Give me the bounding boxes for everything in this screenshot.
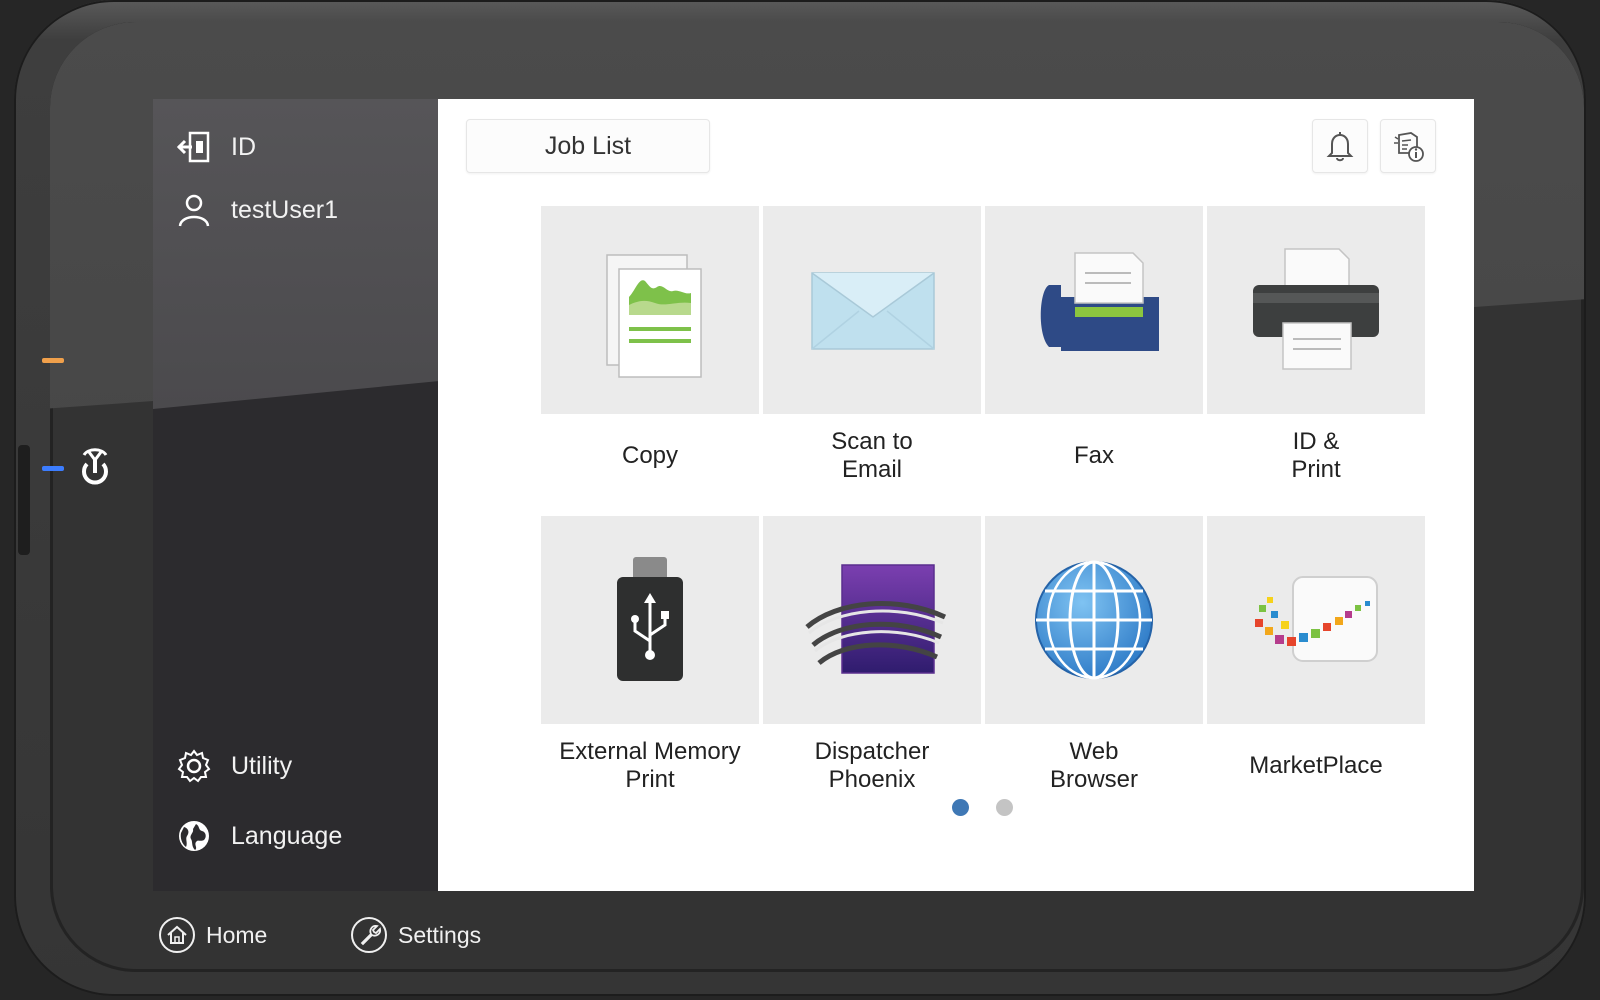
- sidebar-item-id[interactable]: ID: [175, 125, 256, 169]
- sidebar-item-language[interactable]: Language: [175, 814, 342, 858]
- usb-icon: [617, 557, 683, 681]
- home-label: Home: [206, 921, 268, 948]
- app-tile-web-browser[interactable]: Web Browser: [985, 516, 1203, 804]
- sidebar-item-label: Utility: [231, 751, 293, 780]
- power-icon[interactable]: [76, 446, 114, 488]
- app-tile-label: Copy: [621, 442, 679, 469]
- app-tile-label: Scan to Email: [831, 428, 913, 483]
- touch-screen: ID testUser1 Utility Language Job List C…: [153, 99, 1474, 891]
- home-icon: [159, 917, 195, 953]
- globe-icon: [1035, 560, 1153, 680]
- app-tile-fax[interactable]: Fax: [985, 206, 1203, 494]
- globe-icon: [175, 817, 213, 855]
- page-dot-active[interactable]: [952, 799, 969, 816]
- user-icon: [175, 191, 213, 229]
- side-hardware-button[interactable]: [18, 445, 30, 555]
- notification-button[interactable]: [1312, 119, 1368, 173]
- app-tile-label: MarketPlace: [1249, 752, 1383, 779]
- envelope-icon: [811, 272, 935, 350]
- app-tile-label: ID & Print: [1291, 428, 1341, 483]
- sidebar-item-utility[interactable]: Utility: [175, 744, 292, 788]
- gear-icon: [175, 747, 213, 785]
- sidebar: ID testUser1 Utility Language: [153, 99, 438, 891]
- app-tile-copy[interactable]: Copy: [541, 206, 759, 494]
- copy-icon: [606, 254, 702, 378]
- home-button[interactable]: Home: [158, 915, 267, 955]
- app-tile-id-print[interactable]: ID & Print: [1207, 206, 1425, 494]
- main-panel: Job List Copy Scan to Email Fax ID & Pri…: [438, 99, 1474, 891]
- sidebar-item-user[interactable]: testUser1: [175, 188, 338, 232]
- app-tile-marketplace[interactable]: MarketPlace: [1207, 516, 1425, 804]
- sidebar-item-label: testUser1: [231, 195, 338, 224]
- marketplace-icon: [1255, 576, 1378, 662]
- app-tile-label: Web Browser: [1049, 738, 1139, 793]
- device-info-icon: [1394, 132, 1424, 162]
- status-led-blue: [42, 466, 64, 471]
- sidebar-item-label: Language: [231, 821, 343, 850]
- app-tile-label: External Memory Print: [559, 738, 741, 793]
- wrench-icon: [351, 917, 387, 953]
- app-tile-scan-to-email[interactable]: Scan to Email: [763, 206, 981, 494]
- login-icon: [175, 128, 213, 166]
- settings-button[interactable]: Settings: [350, 915, 481, 955]
- app-tile-dispatcher-phoenix[interactable]: Dispatcher Phoenix: [763, 516, 981, 804]
- printer-icon: [1253, 248, 1379, 370]
- app-tile-label: Dispatcher Phoenix: [814, 738, 930, 793]
- job-list-button[interactable]: Job List: [466, 119, 710, 173]
- dispatcher-phoenix-icon: [805, 564, 947, 674]
- bell-icon: [1326, 132, 1354, 162]
- fax-icon: [1040, 252, 1159, 351]
- sidebar-item-label: ID: [231, 132, 256, 161]
- status-led-orange: [42, 358, 64, 363]
- app-tile-label: Fax: [1073, 442, 1114, 469]
- page-indicator: [438, 799, 1474, 819]
- device-status-button[interactable]: [1380, 119, 1436, 173]
- page-dot-inactive[interactable]: [996, 799, 1013, 816]
- app-tile-external-memory-print[interactable]: External Memory Print: [541, 516, 759, 804]
- settings-label: Settings: [398, 921, 482, 948]
